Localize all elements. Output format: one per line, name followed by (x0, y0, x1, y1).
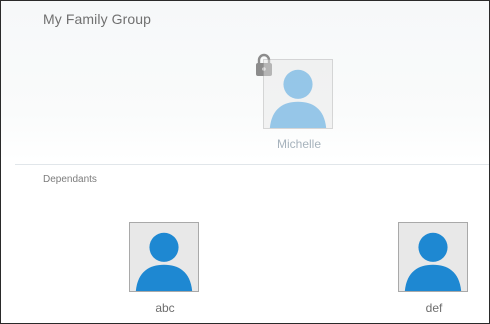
dependant-card-def[interactable]: def (398, 222, 470, 315)
dependant-name: abc (155, 301, 175, 315)
primary-member-name: Michelle (276, 137, 321, 151)
user-avatar-icon (263, 59, 333, 129)
user-avatar-icon (129, 222, 199, 292)
section-divider (15, 164, 489, 165)
dependants-heading: Dependants (43, 174, 97, 185)
user-avatar-icon (398, 222, 468, 292)
primary-member-card[interactable]: Michelle (263, 59, 335, 151)
page-title: My Family Group (43, 11, 152, 27)
family-group-panel: My Family Group Michelle Dependants abc (0, 0, 490, 324)
dependant-card-abc[interactable]: abc (129, 222, 201, 315)
dependant-name: def (425, 301, 443, 315)
